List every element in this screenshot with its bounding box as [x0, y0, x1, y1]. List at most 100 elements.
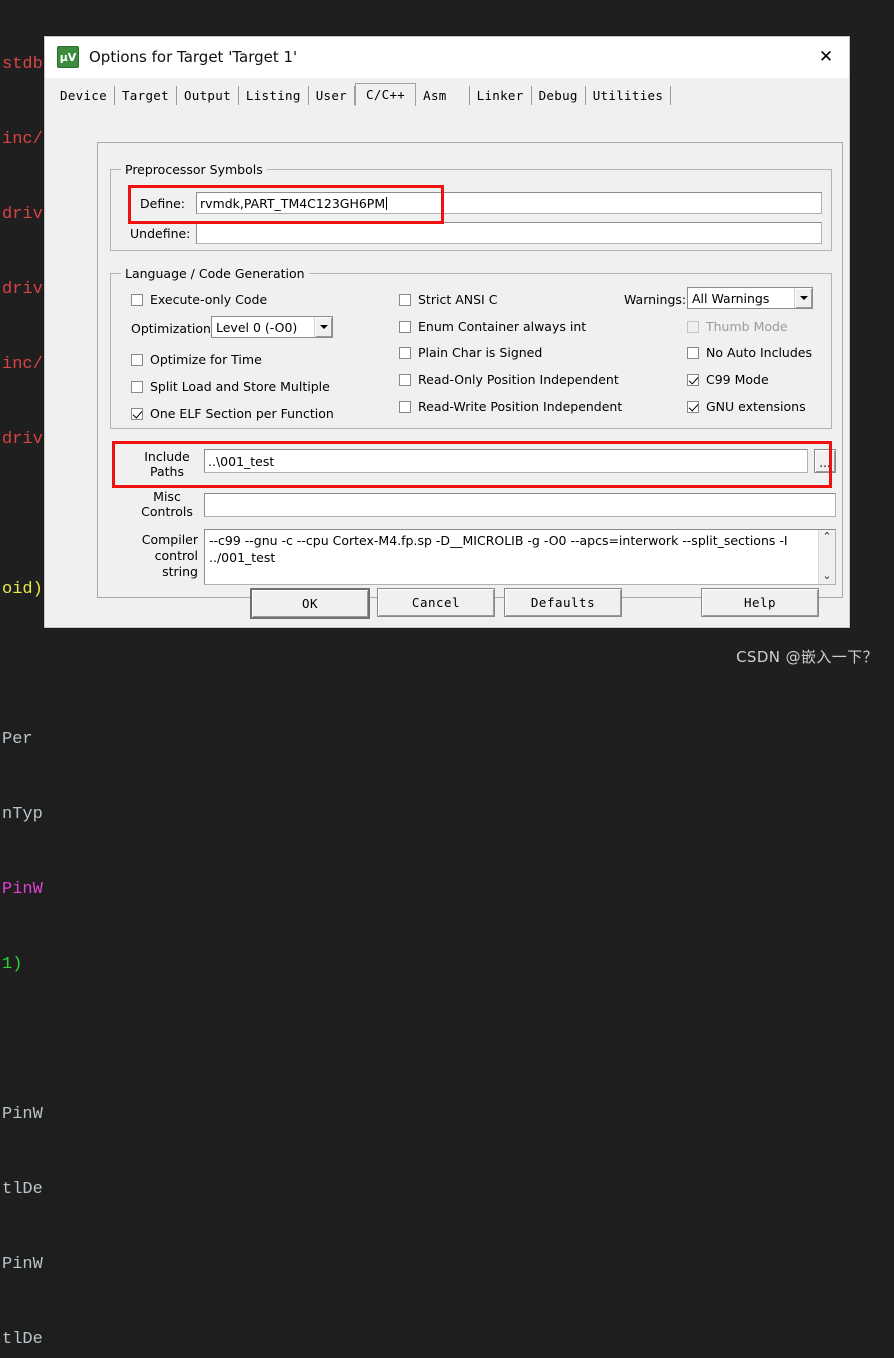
optimization-value: Level 0 (-O0) [216, 319, 298, 335]
tab-c-cpp[interactable]: C/C++ [355, 83, 417, 106]
checkbox-label: No Auto Includes [706, 345, 812, 360]
checkbox-c99-mode[interactable]: C99 Mode [687, 372, 769, 387]
c-cpp-tab-panel: Preprocessor Symbols Define: rvmdk,PART_… [97, 142, 843, 598]
compiler-label-line1: Compiler [141, 532, 198, 547]
checkbox-label: Split Load and Store Multiple [150, 379, 330, 394]
undefine-label: Undefine: [130, 226, 191, 241]
preprocessor-symbols-title: Preprocessor Symbols [121, 162, 267, 177]
tab-utilities[interactable]: Utilities [586, 86, 672, 105]
close-icon[interactable]: ✕ [803, 37, 849, 77]
chevron-down-icon[interactable] [314, 317, 332, 337]
scroll-up-icon[interactable]: ⌃ [822, 532, 831, 543]
compiler-control-string-label: Compiler control string [136, 532, 198, 580]
compiler-control-string-row: Compiler control string --c99 --gnu -c -… [110, 529, 836, 591]
warnings-label: Warnings: [624, 292, 687, 307]
checkbox-indicator [131, 293, 143, 306]
include-paths-value: ..\001_test [208, 453, 275, 469]
tab-bar: Device Target Output Listing User C/C++ … [53, 83, 849, 106]
keil-uvision-icon: μV [57, 46, 79, 68]
preprocessor-symbols-group: Preprocessor Symbols Define: rvmdk,PART_… [110, 162, 832, 251]
checkbox-execute-only-code[interactable]: Execute-only Code [131, 292, 267, 307]
code-line: PinW [2, 1255, 43, 1274]
defaults-button[interactable]: Defaults [504, 588, 622, 617]
checkbox-strict-ansi-c[interactable]: Strict ANSI C [399, 292, 497, 307]
checkbox-one-elf-section-per-function[interactable]: One ELF Section per Function [131, 406, 334, 421]
define-label: Define: [140, 196, 186, 211]
help-button[interactable]: Help [701, 588, 819, 617]
language-code-generation-group: Language / Code Generation Execute-only … [110, 266, 832, 429]
checkbox-label: Thumb Mode [706, 319, 788, 334]
code-line: nTyp [2, 805, 43, 824]
compiler-label-line2: control [154, 548, 198, 563]
tab-asm[interactable]: Asm [416, 86, 470, 105]
checkbox-no-auto-includes[interactable]: No Auto Includes [687, 345, 812, 360]
checkbox-read-only-position-independent[interactable]: Read-Only Position Independent [399, 372, 619, 387]
misc-controls-input[interactable] [204, 493, 836, 517]
tab-debug[interactable]: Debug [532, 86, 586, 105]
misc-controls-label-line1: Misc [153, 489, 181, 504]
checkbox-enum-container-always-int[interactable]: Enum Container always int [399, 319, 586, 334]
misc-controls-label: Misc Controls [136, 489, 198, 519]
checkbox-label: Strict ANSI C [418, 292, 498, 307]
define-input[interactable]: rvmdk,PART_TM4C123GH6PM [196, 192, 822, 214]
compiler-label-line3: string [162, 564, 198, 579]
tab-device[interactable]: Device [53, 86, 115, 105]
tab-linker[interactable]: Linker [470, 86, 532, 105]
checkbox-indicator [399, 293, 411, 306]
code-line: tlDe [2, 1180, 43, 1199]
checkbox-gnu-extensions[interactable]: GNU extensions [687, 399, 806, 414]
checkbox-split-load-and-store-multiple[interactable]: Split Load and Store Multiple [131, 379, 330, 394]
compiler-string-scrollbar[interactable]: ⌃ ⌄ [818, 530, 835, 584]
chevron-down-icon[interactable] [794, 288, 812, 308]
checkbox-indicator [399, 400, 411, 413]
checkbox-indicator [399, 320, 411, 333]
optimization-select[interactable]: Level 0 (-O0) [211, 316, 333, 338]
cancel-button[interactable]: Cancel [377, 588, 495, 617]
checkbox-indicator [687, 346, 699, 359]
code-line: PinW [2, 1105, 43, 1124]
checkbox-label: Read-Only Position Independent [418, 372, 619, 387]
checkbox-label: C99 Mode [706, 372, 769, 387]
code-line: 1) [2, 955, 23, 974]
checkbox-label: Execute-only Code [150, 292, 268, 307]
include-paths-browse-button[interactable]: ... [814, 449, 836, 473]
ok-button[interactable]: OK [250, 588, 370, 619]
checkbox-label: Plain Char is Signed [418, 345, 543, 360]
code-line: Per [2, 730, 33, 749]
checkbox-label: One ELF Section per Function [150, 406, 334, 421]
checkbox-indicator [131, 380, 143, 393]
undefine-input[interactable] [196, 222, 822, 244]
dialog-titlebar: μV Options for Target 'Target 1' ✕ [45, 37, 849, 78]
checkbox-plain-char-is-signed[interactable]: Plain Char is Signed [399, 345, 542, 360]
checkbox-label: Enum Container always int [418, 319, 587, 334]
checkbox-label: Optimize for Time [150, 352, 262, 367]
checkbox-indicator [687, 400, 699, 413]
language-code-generation-title: Language / Code Generation [121, 266, 309, 281]
checkbox-indicator [687, 373, 699, 386]
scroll-down-icon[interactable]: ⌄ [822, 571, 831, 582]
tab-listing[interactable]: Listing [239, 86, 309, 105]
include-paths-row: Include Paths ..\001_test ... [110, 449, 836, 483]
optimization-label: Optimization: [131, 321, 216, 336]
include-paths-input[interactable]: ..\001_test [204, 449, 808, 473]
include-paths-label-line1: Include [144, 449, 190, 464]
misc-controls-label-line2: Controls [141, 504, 193, 519]
checkbox-indicator [131, 353, 143, 366]
checkbox-optimize-for-time[interactable]: Optimize for Time [131, 352, 262, 367]
checkbox-read-write-position-independent[interactable]: Read-Write Position Independent [399, 399, 622, 414]
dialog-title: Options for Target 'Target 1' [89, 48, 298, 66]
include-paths-label-line2: Paths [150, 464, 184, 479]
code-line: PinW [2, 880, 43, 899]
compiler-control-string-textarea[interactable]: --c99 --gnu -c --cpu Cortex-M4.fp.sp -D_… [204, 529, 836, 585]
checkbox-indicator [399, 346, 411, 359]
compiler-control-string-value: --c99 --gnu -c --cpu Cortex-M4.fp.sp -D_… [209, 533, 788, 565]
checkbox-label: Read-Write Position Independent [418, 399, 623, 414]
tab-user[interactable]: User [309, 86, 355, 105]
warnings-select[interactable]: All Warnings [687, 287, 813, 309]
tab-target[interactable]: Target [115, 86, 177, 105]
checkbox-thumb-mode[interactable]: Thumb Mode [687, 319, 788, 334]
define-input-value: rvmdk,PART_TM4C123GH6PM [200, 195, 386, 211]
tab-output[interactable]: Output [177, 86, 239, 105]
checkbox-indicator [399, 373, 411, 386]
text-caret [386, 196, 388, 210]
